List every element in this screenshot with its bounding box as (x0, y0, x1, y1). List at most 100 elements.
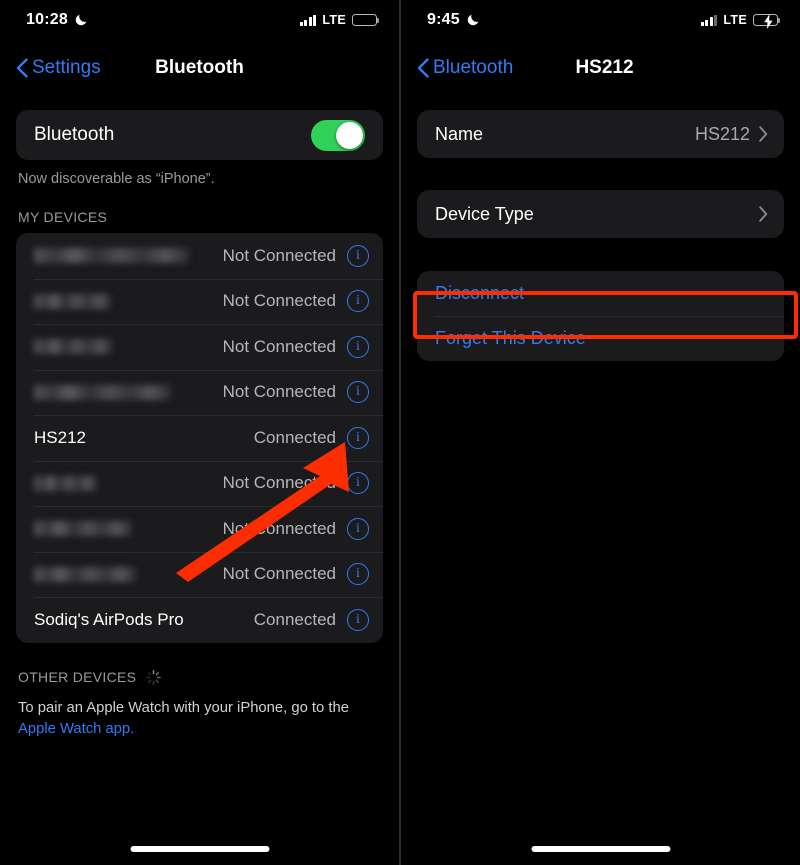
connection-status: Not Connected (222, 564, 336, 584)
back-label: Settings (32, 57, 101, 78)
device-name-redacted (34, 475, 97, 491)
panel-divider (399, 0, 401, 865)
bluetooth-toggle-card: Bluetooth (16, 110, 383, 160)
name-row-right: HS212 (695, 124, 768, 145)
device-row[interactable]: Not Connected i (16, 551, 383, 598)
info-circle-icon[interactable]: i (347, 426, 369, 449)
other-devices-header: OTHER DEVICES (0, 643, 399, 694)
info-circle-icon[interactable]: i (347, 244, 369, 267)
info-circle-icon[interactable]: i (347, 472, 369, 495)
home-indicator (531, 846, 670, 852)
device-name: Sodiq's AirPods Pro (34, 609, 184, 629)
device-name-redacted (34, 339, 112, 355)
info-circle-icon[interactable]: i (347, 381, 369, 404)
left-phone-screen: 10:28 LTE Settings Bluetooth Bluetooth N… (0, 0, 399, 865)
device-row[interactable]: Not Connected i (16, 369, 383, 416)
device-row-right: Connected i (253, 426, 369, 449)
status-time: 10:28 (26, 11, 68, 28)
device-type-row[interactable]: Device Type (417, 190, 784, 238)
device-type-label: Device Type (435, 203, 534, 224)
status-time-right: 9:45 (427, 11, 460, 28)
discoverable-note: Now discoverable as “iPhone”. (18, 171, 215, 187)
chevron-right-icon (759, 126, 768, 142)
crescent-moon-icon (75, 14, 87, 26)
device-row[interactable]: Not Connected i (16, 460, 383, 507)
cellular-bars-icon (700, 14, 718, 26)
charging-bolt-icon (764, 13, 773, 29)
status-bar-left-group-right: 9:45 (427, 11, 480, 29)
device-name-redacted (34, 566, 136, 582)
battery-charging-icon (753, 13, 781, 29)
device-row-right: Not Connected i (222, 563, 369, 586)
home-indicator (130, 846, 269, 852)
cellular-bars-icon (299, 14, 317, 26)
switch-knob (336, 121, 363, 149)
screenshot-stage: 10:28 LTE Settings Bluetooth Bluetooth N… (0, 0, 800, 865)
network-type-label-right: LTE (723, 13, 747, 27)
device-actions-card: Disconnect Forget This Device (417, 271, 784, 361)
device-type-right (750, 206, 768, 222)
back-to-settings-button[interactable]: Settings (16, 57, 101, 79)
connection-status: Not Connected (222, 336, 336, 356)
my-devices-list: Not Connected i Not Connected i Not Connecte… (16, 233, 383, 643)
bluetooth-switch[interactable] (311, 119, 365, 151)
status-bar-right-group-right: LTE (700, 13, 781, 29)
device-row-right: Not Connected i (222, 290, 369, 313)
info-circle-icon[interactable]: i (347, 608, 369, 631)
device-row[interactable]: HS212 Connected i (16, 415, 383, 461)
disconnect-row[interactable]: Disconnect (417, 271, 784, 316)
action-label: Forget This Device (435, 328, 586, 348)
my-devices-header-label: MY DEVICES (18, 209, 108, 225)
apple-watch-app-link[interactable]: Apple Watch app. (18, 721, 134, 737)
name-row-value: HS212 (694, 123, 750, 144)
info-circle-icon[interactable]: i (347, 517, 369, 540)
device-name-redacted (34, 248, 189, 264)
device-name-redacted (34, 293, 111, 309)
connection-status: Not Connected (222, 473, 336, 493)
device-row-right: Not Connected i (222, 381, 369, 404)
left-nav-bar: Settings Bluetooth (0, 40, 399, 96)
connection-status: Not Connected (222, 245, 336, 265)
chevron-left-icon (417, 58, 429, 78)
device-row-right: Not Connected i (222, 335, 369, 358)
left-status-bar: 10:28 LTE (0, 0, 399, 40)
my-devices-header: MY DEVICES (0, 187, 399, 233)
forget-this-device-row[interactable]: Forget This Device (417, 316, 784, 361)
bluetooth-toggle-label: Bluetooth (34, 124, 115, 145)
device-row-right: Not Connected i (222, 472, 369, 495)
device-row[interactable]: Sodiq's AirPods Pro Connected i (16, 597, 383, 643)
chevron-right-icon (759, 206, 768, 222)
pair-watch-text: To pair an Apple Watch with your iPhone,… (0, 694, 399, 741)
device-row[interactable]: Not Connected i (16, 324, 383, 370)
right-nav-bar: Bluetooth HS212 (401, 40, 800, 96)
activity-spinner-icon (146, 669, 162, 685)
bluetooth-toggle-row[interactable]: Bluetooth (16, 110, 383, 160)
chevron-left-icon (16, 58, 28, 78)
device-row[interactable]: Not Connected i (16, 506, 383, 552)
device-name-redacted (34, 384, 171, 400)
connection-status: Not Connected (222, 382, 336, 402)
device-name: HS212 (34, 427, 86, 447)
back-to-bluetooth-button[interactable]: Bluetooth (417, 57, 513, 79)
name-row[interactable]: Name HS212 (417, 110, 784, 158)
connection-status: Connected (253, 609, 336, 629)
connection-status: Connected (253, 427, 336, 447)
back-label-right: Bluetooth (433, 57, 514, 78)
right-phone-screen: 9:45 LTE Bluetooth HS212 Name HS212 Devi… (401, 0, 800, 865)
info-circle-icon[interactable]: i (347, 335, 369, 358)
device-row[interactable]: Not Connected i (16, 233, 383, 279)
device-row-right: Connected i (253, 608, 369, 631)
connection-status: Not Connected (222, 291, 336, 311)
name-row-label: Name (435, 123, 484, 144)
crescent-moon-icon (467, 14, 479, 26)
device-row-right: Not Connected i (222, 517, 369, 540)
device-name-redacted (34, 521, 132, 537)
device-row[interactable]: Not Connected i (16, 278, 383, 325)
info-circle-icon[interactable]: i (347, 290, 369, 313)
network-type-label: LTE (322, 13, 346, 27)
connection-status: Not Connected (222, 518, 336, 538)
status-bar-left-group: 10:28 (26, 11, 88, 29)
info-circle-icon[interactable]: i (347, 563, 369, 586)
other-devices-header-label: OTHER DEVICES (18, 669, 137, 685)
status-bar-right-group: LTE (299, 13, 380, 27)
